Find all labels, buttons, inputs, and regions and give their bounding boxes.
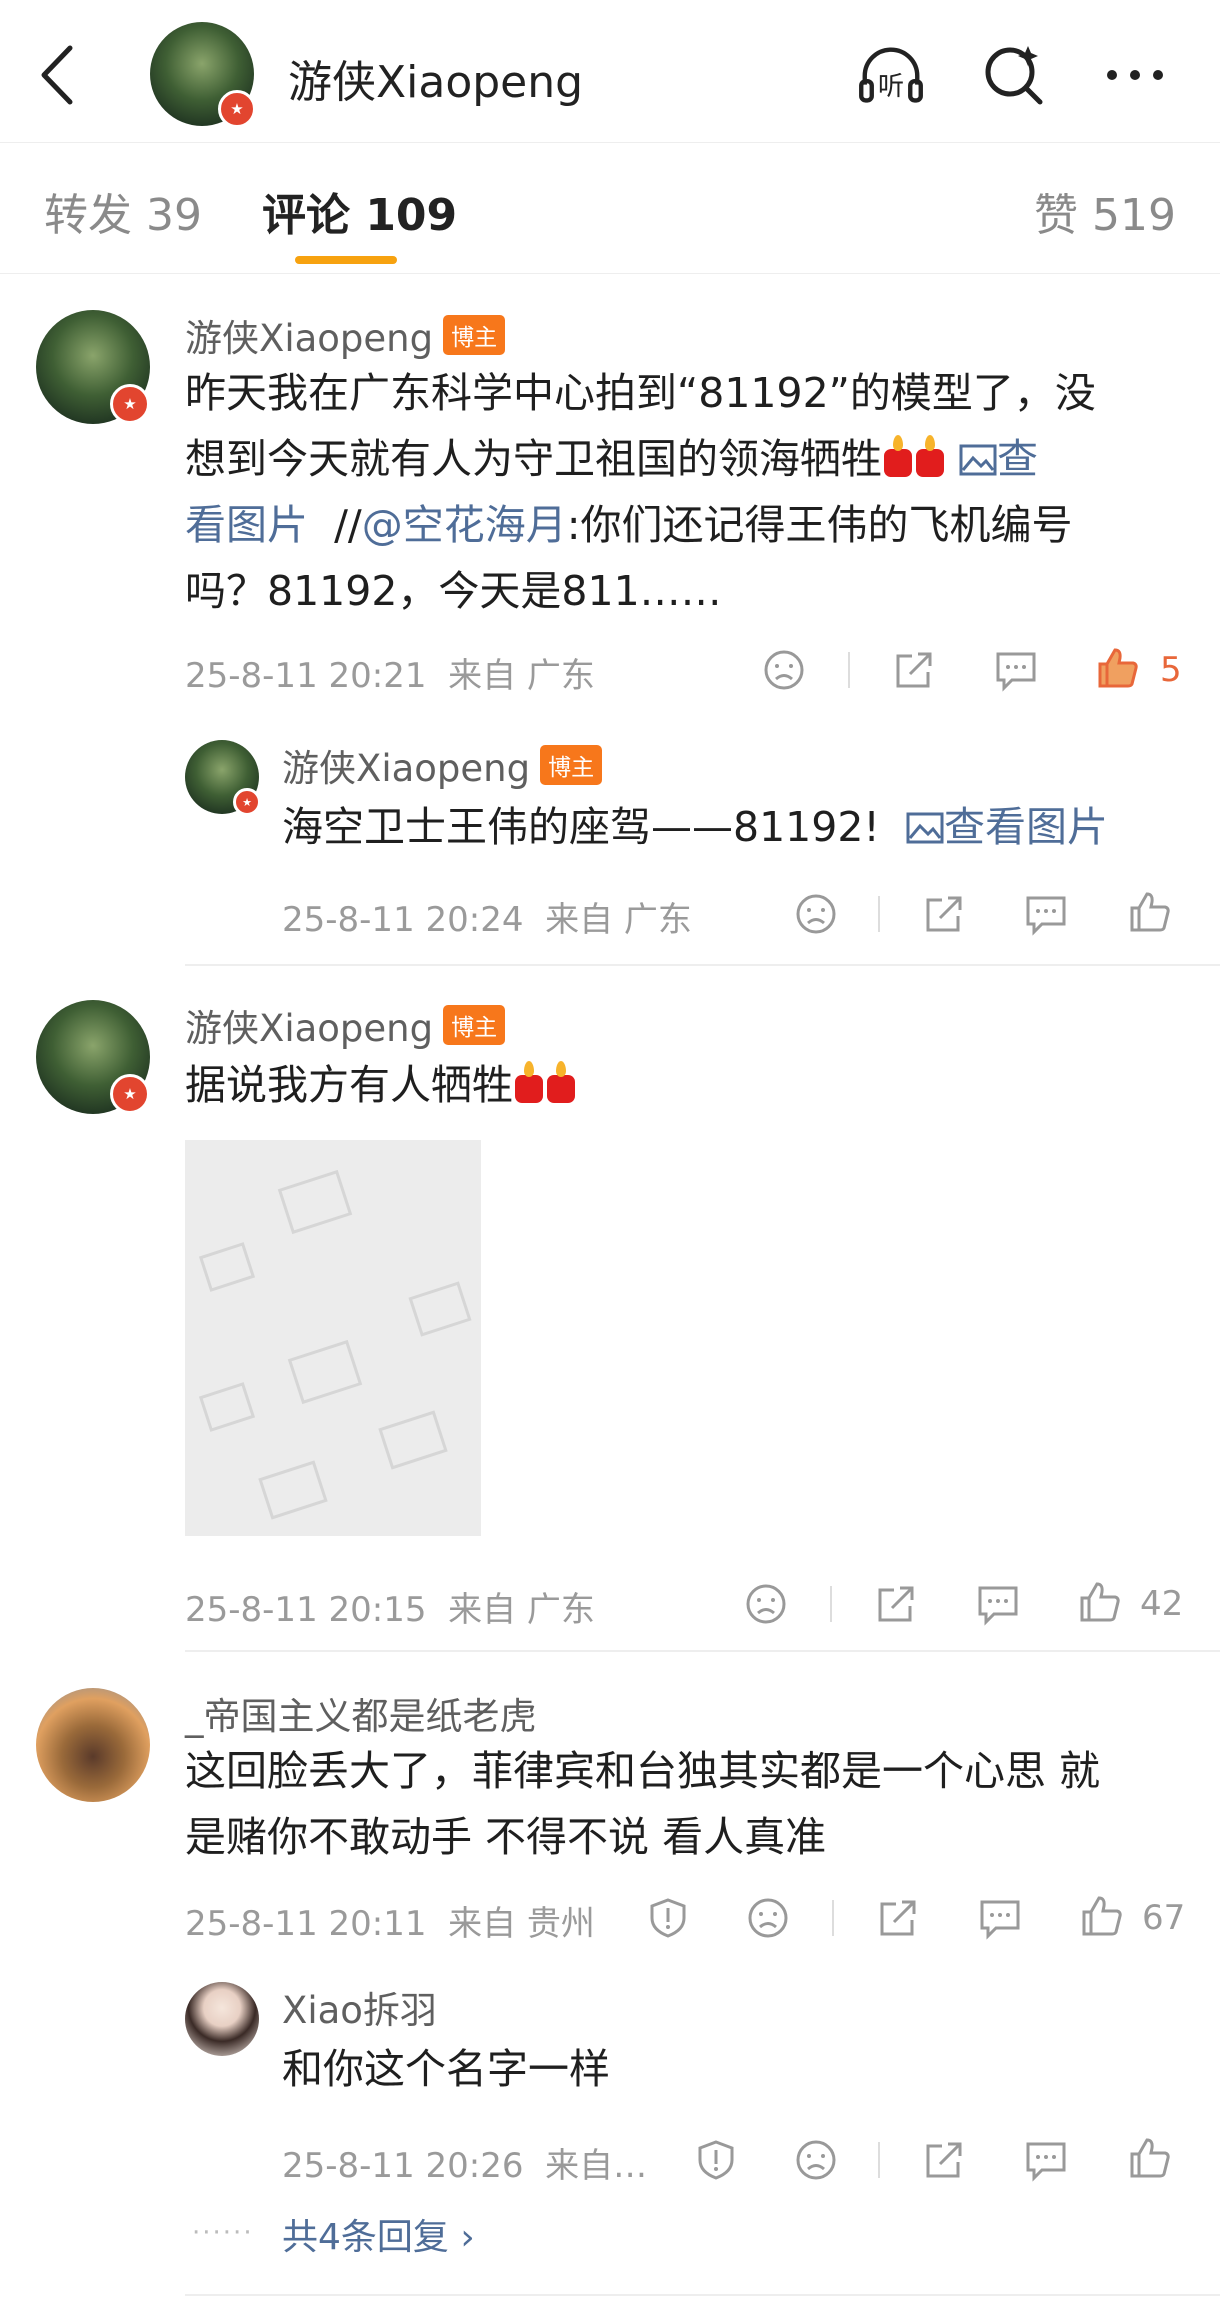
- reply-icon[interactable]: [978, 1896, 1022, 1940]
- verified-badge-icon: ★: [218, 90, 256, 128]
- back-icon[interactable]: [38, 44, 78, 106]
- reply-meta: 25-8-11 20:26 来自…: [282, 2146, 648, 2186]
- reply-icon[interactable]: [1024, 2138, 1068, 2182]
- share-icon[interactable]: [876, 1896, 920, 1940]
- tab-repost[interactable]: 转发 39: [44, 179, 202, 243]
- verified-badge-icon: ★: [110, 384, 150, 424]
- divider: [848, 652, 850, 688]
- reply-icon[interactable]: [976, 1582, 1020, 1626]
- view-image-link-cont[interactable]: 看图片: [185, 501, 308, 549]
- comment-username[interactable]: 游侠Xiaopeng 博主: [185, 308, 506, 362]
- reply-meta: 25-8-11 20:24 来自 广东: [282, 900, 692, 940]
- like-icon[interactable]: [1128, 2136, 1172, 2180]
- verified-badge-icon: ★: [233, 788, 261, 816]
- top-bar: ★ 游侠Xiaopeng 听: [0, 0, 1220, 143]
- more-options-icon[interactable]: [1100, 40, 1170, 110]
- host-badge: 博主: [540, 745, 603, 785]
- host-badge: 博主: [443, 315, 506, 355]
- divider: [185, 964, 1220, 966]
- dislike-icon[interactable]: [746, 1896, 790, 1940]
- view-image-link[interactable]: 查看图片: [906, 803, 1108, 851]
- share-icon[interactable]: [922, 892, 966, 936]
- divider: [878, 896, 880, 932]
- like-icon[interactable]: [1128, 890, 1172, 934]
- comment-username[interactable]: _帝国主义都是纸老虎: [185, 1686, 537, 1740]
- reply-avatar[interactable]: [185, 1982, 259, 2056]
- search-icon[interactable]: [980, 40, 1050, 110]
- active-tab-indicator: [295, 256, 397, 264]
- divider: [185, 1650, 1220, 1652]
- view-image-link[interactable]: 查: [959, 435, 1038, 483]
- like-count: 67: [1142, 1898, 1186, 1938]
- comment-avatar[interactable]: [36, 1688, 150, 1802]
- comment-meta: 25-8-11 20:15 来自 广东: [185, 1590, 595, 1630]
- comment-meta: 25-8-11 20:21 来自 广东: [185, 656, 595, 696]
- comment-meta: 25-8-11 20:11 来自 贵州: [185, 1904, 595, 1944]
- comment-text: 昨天我在广东科学中心拍到“81192”的模型了，没 想到今天就有人为守卫祖国的领…: [185, 369, 1096, 615]
- comments-page: ★ 游侠Xiaopeng 听 转发 39 评论 109 赞 519 ★ 游侠Xi…: [0, 0, 1220, 2313]
- more-replies-dots: ······: [192, 2218, 254, 2248]
- header-avatar[interactable]: ★: [150, 22, 256, 128]
- share-icon[interactable]: [922, 2138, 966, 2182]
- candle-emoji: [547, 1061, 575, 1103]
- host-badge: 博主: [443, 1005, 506, 1045]
- dislike-icon[interactable]: [794, 892, 838, 936]
- candle-emoji: [916, 435, 944, 477]
- like-icon[interactable]: [1078, 1580, 1122, 1624]
- dislike-icon[interactable]: [794, 2138, 838, 2182]
- mention-link[interactable]: @空花海月: [362, 501, 567, 549]
- listen-label: 听: [878, 72, 904, 102]
- like-count: 5: [1160, 650, 1182, 690]
- dislike-icon[interactable]: [744, 1582, 788, 1626]
- reply-username[interactable]: Xiao拆羽: [282, 1980, 437, 2034]
- tab-likes[interactable]: 赞 519: [1034, 179, 1176, 243]
- divider: [878, 2142, 880, 2178]
- tab-comments[interactable]: 评论 109: [262, 179, 457, 243]
- reply-avatar[interactable]: ★: [185, 740, 261, 816]
- reply-username[interactable]: 游侠Xiaopeng 博主: [282, 738, 603, 792]
- report-icon[interactable]: [694, 2138, 738, 2182]
- more-replies-link[interactable]: 共4条回复 ›: [282, 2208, 475, 2260]
- like-icon[interactable]: [1080, 1894, 1124, 1938]
- tab-bar: 转发 39 评论 109 赞 519: [0, 143, 1220, 274]
- listen-icon[interactable]: 听: [856, 40, 926, 110]
- header-title[interactable]: 游侠Xiaopeng: [288, 46, 583, 110]
- image-icon: [959, 444, 997, 476]
- comment-text: 据说我方有人牺牲: [185, 1052, 1185, 1118]
- comment-username[interactable]: 游侠Xiaopeng 博主: [185, 998, 506, 1052]
- image-icon: [906, 812, 944, 844]
- comment-text: 这回脸丢大了，菲律宾和台独其实都是一个心思 就 是赌你不敢动手 不得不说 看人真…: [185, 1747, 1101, 1861]
- comment-image[interactable]: [185, 1140, 481, 1536]
- like-icon[interactable]: [1096, 646, 1140, 690]
- comment-avatar[interactable]: ★: [36, 1000, 150, 1114]
- divider: [830, 1586, 832, 1622]
- divider: [832, 1900, 834, 1936]
- like-count: 42: [1140, 1584, 1184, 1624]
- comment-avatar[interactable]: ★: [36, 310, 150, 424]
- reply-text: 和你这个名字一样: [282, 2045, 610, 2093]
- share-icon[interactable]: [874, 1582, 918, 1626]
- report-icon[interactable]: [646, 1896, 690, 1940]
- share-icon[interactable]: [892, 648, 936, 692]
- candle-emoji: [884, 435, 912, 477]
- reply-text: 海空卫士王伟的座驾——81192! 查看图片: [282, 803, 1108, 851]
- candle-emoji: [515, 1061, 543, 1103]
- reply-icon[interactable]: [1024, 892, 1068, 936]
- verified-badge-icon: ★: [110, 1074, 150, 1114]
- reply-icon[interactable]: [994, 648, 1038, 692]
- divider: [185, 2294, 1220, 2296]
- dislike-icon[interactable]: [762, 648, 806, 692]
